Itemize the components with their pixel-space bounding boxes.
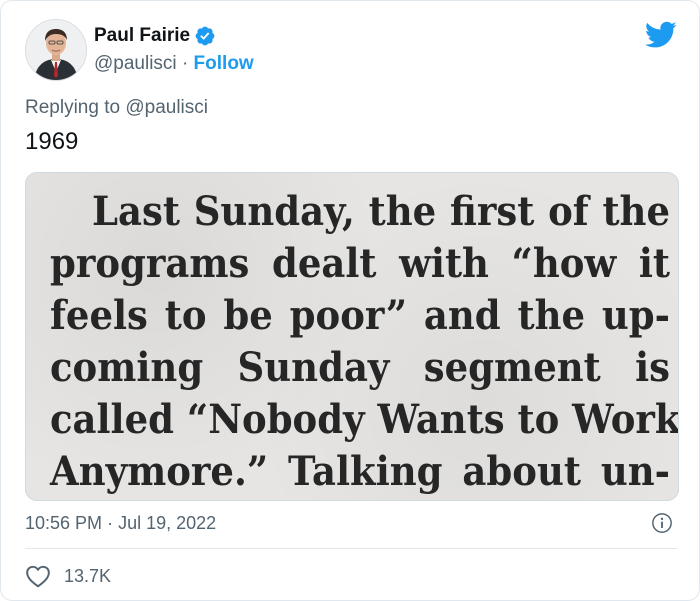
verified-badge-icon: [195, 26, 215, 46]
tweet-date: Jul 19, 2022: [118, 513, 217, 533]
like-button[interactable]: 13.7K: [25, 564, 111, 588]
user-handle[interactable]: @paulisci: [94, 53, 177, 74]
replying-to: Replying to @paulisci: [25, 97, 208, 119]
tweet-card: Paul Fairie @paulisci · Follow Replying …: [0, 0, 700, 601]
tweet-time: 10:56 PM: [25, 513, 103, 533]
tweet-text: 1969: [25, 128, 79, 155]
display-name[interactable]: Paul Fairie: [94, 24, 190, 48]
timestamp-separator: ·: [107, 513, 114, 533]
tweet-timestamp[interactable]: 10:56 PM · Jul 19, 2022: [25, 513, 216, 534]
newspaper-clipping: Last Sunday, the first of the programs d…: [50, 185, 679, 497]
reply-handle-link[interactable]: @paulisci: [125, 97, 208, 118]
twitter-bird-icon[interactable]: [645, 21, 677, 49]
divider: [25, 548, 677, 549]
clipping-line: programs dealt with “how it: [50, 239, 670, 287]
heart-icon: [26, 565, 50, 588]
handle-separator: ·: [181, 53, 189, 74]
clipping-line: feels to be poor” and the up-: [50, 291, 670, 339]
display-name-row: Paul Fairie: [94, 24, 254, 48]
like-count: 13.7K: [64, 565, 112, 586]
reply-prefix: Replying to: [25, 97, 121, 118]
avatar[interactable]: [25, 19, 87, 81]
clipping-line: Last Sunday, the first of the: [92, 187, 670, 235]
tweet-header: Paul Fairie @paulisci · Follow: [25, 19, 254, 81]
clipping-line: Anymore.” Talking about un-: [50, 447, 670, 495]
handle-row: @paulisci · Follow: [94, 52, 254, 76]
user-info: Paul Fairie @paulisci · Follow: [94, 24, 254, 76]
tweet-media-image[interactable]: Last Sunday, the first of the programs d…: [25, 172, 679, 501]
clipping-line: called “Nobody Wants to Work: [50, 395, 679, 443]
clipping-line: coming Sunday segment is: [50, 343, 670, 391]
follow-button[interactable]: Follow: [194, 53, 254, 74]
avatar-image: [26, 20, 86, 80]
info-icon[interactable]: [651, 512, 673, 534]
